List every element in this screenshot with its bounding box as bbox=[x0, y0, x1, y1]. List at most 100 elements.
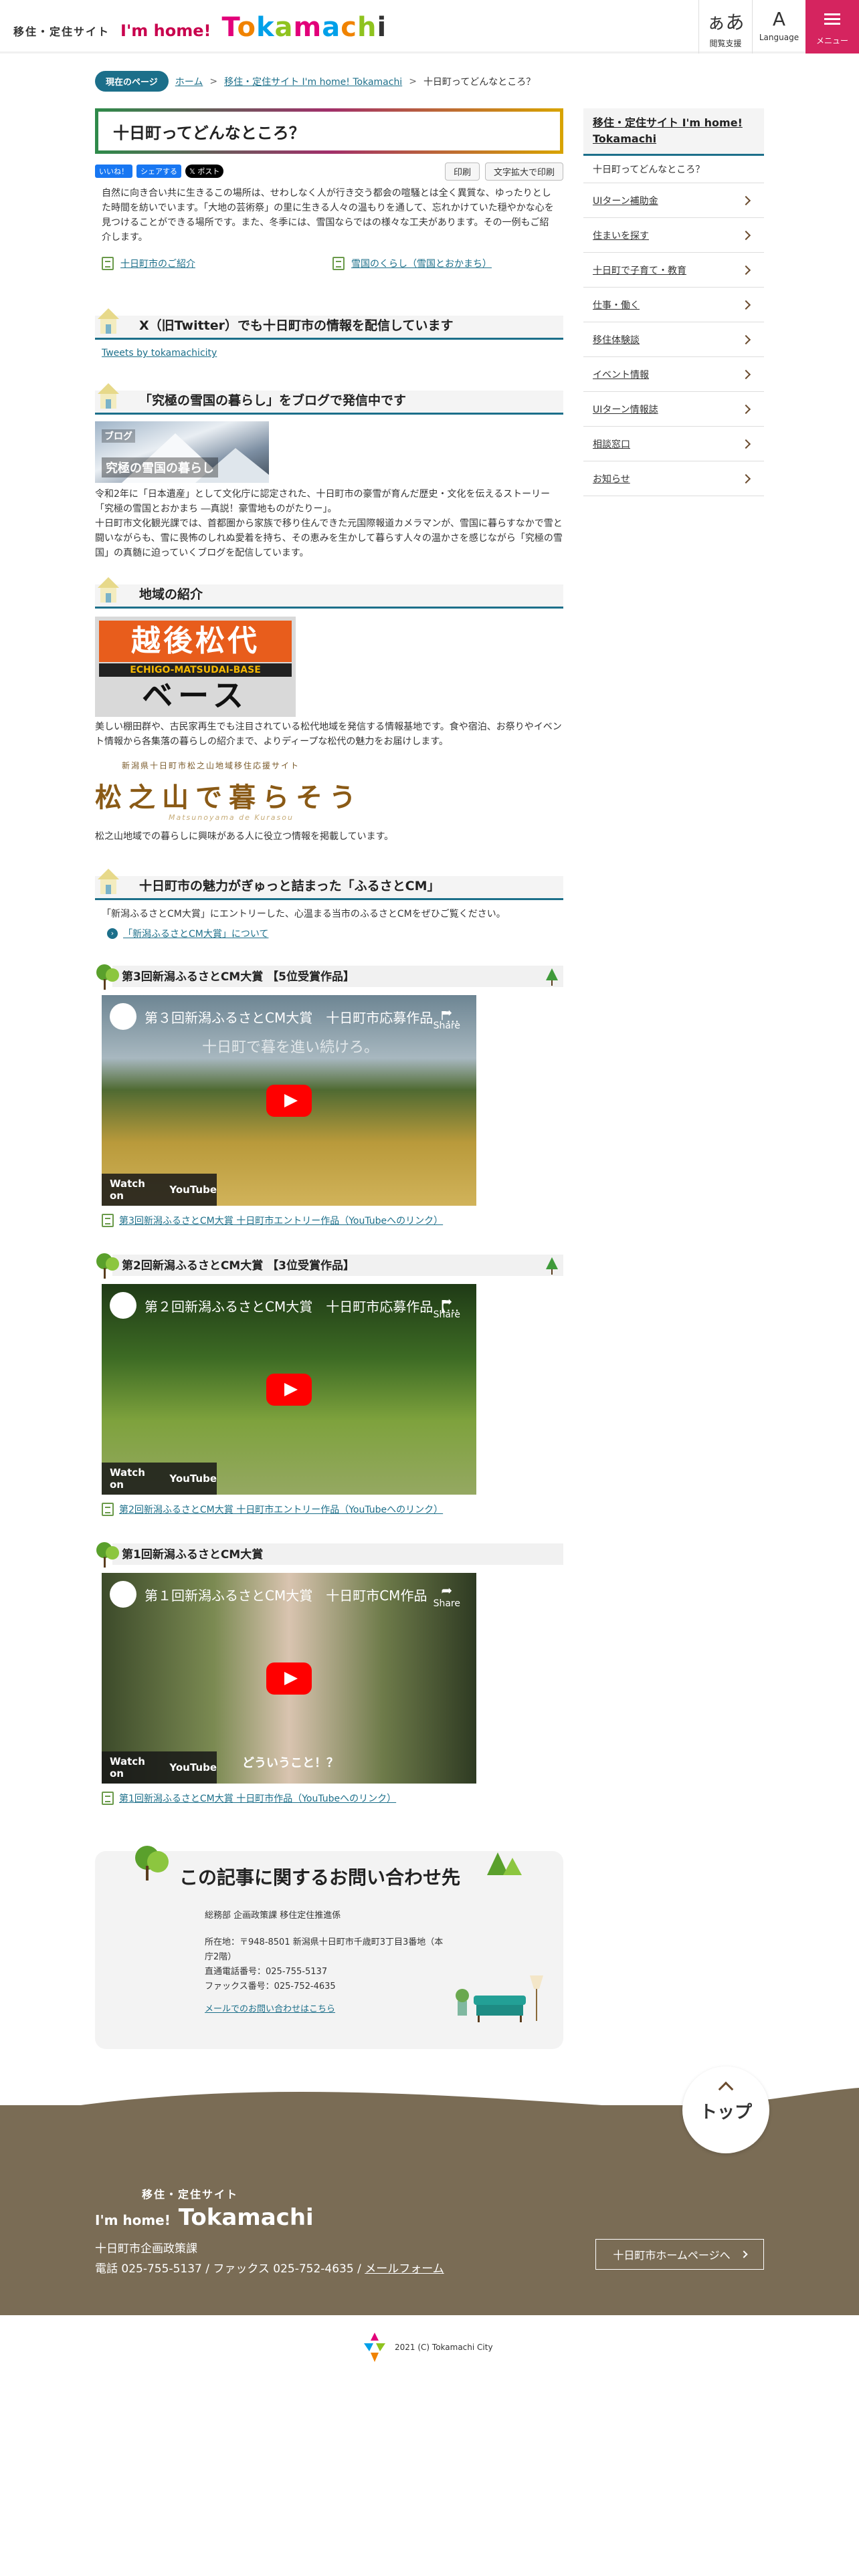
video-share-button[interactable]: ➦ Share bbox=[434, 1582, 460, 1609]
house-icon bbox=[98, 577, 119, 603]
house-icon bbox=[98, 308, 119, 334]
logo-site-small: 移住・定住サイト bbox=[13, 25, 110, 38]
print-button[interactable]: 印刷 bbox=[444, 162, 480, 181]
watch-on-youtube-button[interactable]: Watch on YouTube bbox=[102, 1174, 217, 1206]
small-tree-icon bbox=[546, 1257, 558, 1275]
city-intro-link[interactable]: 十日町市のご紹介 bbox=[120, 257, 195, 270]
cm-entry-heading: 第1回新潟ふるさとCM大賞 bbox=[95, 1539, 563, 1568]
cm-about-link-row: › 「新潟ふるさとCM大賞」について bbox=[107, 927, 563, 940]
document-icon bbox=[332, 257, 345, 270]
sns-bar: いいね！ シェアする 𝕏 ポスト 印刷 文字拡大で印刷 bbox=[95, 162, 563, 181]
sidebar-item-stories[interactable]: 移住体験談 bbox=[583, 322, 764, 357]
matsunoyama-text: 松之山地域での暮らしに興味がある人に役立つ情報を掲載しています。 bbox=[95, 831, 394, 842]
sidebar-item-work[interactable]: 仕事・働く bbox=[583, 288, 764, 322]
cm-entry-heading: 第2回新潟ふるさとCM大賞 【3位受賞作品】 bbox=[95, 1251, 563, 1279]
sidebar-item-label: UIターン補助金 bbox=[593, 195, 658, 207]
sidebar-item-events[interactable]: イベント情報 bbox=[583, 357, 764, 392]
youtube-video-player[interactable]: 第３回新潟ふるさとCM大賞 十日町市応募作品「... ➦ Share 十日町で暮を… bbox=[102, 995, 476, 1206]
blog-heading: 「究極の雪国の暮らし」をブログで発信中です bbox=[139, 393, 407, 408]
tree-icon bbox=[96, 1542, 119, 1568]
city-homepage-button[interactable]: 十日町市ホームページへ bbox=[595, 2239, 764, 2270]
document-icon bbox=[102, 257, 114, 270]
snow-life-link[interactable]: 雪国のくらし（雪国とおかまち） bbox=[351, 257, 492, 270]
play-button-icon[interactable] bbox=[266, 1662, 312, 1695]
language-icon: A bbox=[772, 8, 786, 30]
channel-avatar-icon bbox=[110, 1003, 136, 1030]
reading-support-button[interactable]: ぁあ 閲覧支援 bbox=[698, 0, 752, 53]
blog-text: 令和2年に「日本遺産」として文化庁に認定された、十日町市の豪雪が育んだ歴史・文化… bbox=[95, 489, 563, 558]
contact-address: 所在地：〒948-8501 新潟県十日町市千歳町3丁目3番地（本庁2階） bbox=[205, 1937, 444, 1962]
video-share-button[interactable]: ➦ Share bbox=[434, 1004, 460, 1031]
cm-entry-link[interactable]: 第2回新潟ふるさとCM大賞 十日町市エントリー作品（YouTubeへのリンク） bbox=[119, 1503, 443, 1516]
cm-entry-link[interactable]: 第3回新潟ふるさとCM大賞 十日町市エントリー作品（YouTubeへのリンク） bbox=[119, 1214, 443, 1227]
matsunoyama-banner-sub: Matsunoyama de Kurasou bbox=[169, 813, 294, 822]
footer-org: 十日町市企画政策課 bbox=[95, 2242, 197, 2256]
facebook-like-button[interactable]: いいね！ bbox=[95, 165, 132, 178]
breadcrumb-site-link[interactable]: 移住・定住サイト I'm home! Tokamachi bbox=[224, 75, 402, 88]
menu-button[interactable]: メニュー bbox=[805, 0, 859, 53]
reading-support-label: 閲覧支援 bbox=[709, 39, 742, 48]
video-share-button[interactable]: ➦ Share bbox=[434, 1293, 460, 1320]
sidebar-current-item: 十日町ってどんなところ？ bbox=[583, 156, 764, 183]
cm-entry-3: 第3回新潟ふるさとCM大賞 【5位受賞作品】 第３回新潟ふるさとCM大賞 十日町… bbox=[95, 962, 563, 1227]
watch-on-youtube-button[interactable]: Watch on YouTube bbox=[102, 1463, 217, 1495]
back-to-top-label: トップ bbox=[699, 2103, 752, 2123]
sidebar-item-label: イベント情報 bbox=[593, 369, 649, 381]
twitter-timeline-link[interactable]: Tweets by tokamachicity bbox=[102, 348, 563, 358]
cm-text: 「新潟ふるさとCM大賞」にエントリーした、心温まる当市のふるさとCMをぜひご覧く… bbox=[102, 909, 506, 920]
cm-entry-link-row: 第3回新潟ふるさとCM大賞 十日町市エントリー作品（YouTubeへのリンク） bbox=[102, 1214, 563, 1227]
section-heading: 「究極の雪国の暮らし」をブログで発信中です bbox=[95, 381, 563, 415]
chevron-right-icon bbox=[739, 2250, 748, 2258]
language-button[interactable]: A Language bbox=[752, 0, 805, 53]
video-overlay-text: 十日町で暮を進い続けろ。 bbox=[202, 1039, 379, 1056]
cm-entry-link[interactable]: 第1回新潟ふるさとCM大賞 十日町市作品（YouTubeへのリンク） bbox=[119, 1792, 396, 1805]
share-label: Share bbox=[433, 1021, 460, 1031]
footer-logo-brand: I'm home! Tokamachi bbox=[95, 2204, 314, 2231]
play-button-icon[interactable] bbox=[266, 1374, 312, 1406]
sidebar-item-childcare[interactable]: 十日町で子育て・教育 bbox=[583, 253, 764, 288]
back-to-top-button[interactable]: トップ bbox=[682, 2066, 769, 2153]
page-title: 十日町ってどんなところ？ bbox=[113, 123, 305, 142]
chevron-up-icon bbox=[718, 2081, 734, 2097]
section-heading: 地域の紹介 bbox=[95, 575, 563, 609]
footer-logo[interactable]: 移住・定住サイト I'm home! Tokamachi bbox=[95, 2185, 314, 2231]
cm-about-link[interactable]: 「新潟ふるさとCM大賞」について bbox=[123, 927, 268, 940]
x-post-button[interactable]: 𝕏 ポスト bbox=[185, 165, 224, 178]
x-icon: 𝕏 bbox=[189, 167, 198, 176]
youtube-video-player[interactable]: 第１回新潟ふるさとCM大賞 十日町市CM作品 ➦ Share どういうこと！？ W… bbox=[102, 1573, 476, 1784]
footer-logo-small: 移住・定住サイト bbox=[142, 2188, 239, 2201]
sidebar-title[interactable]: 移住・定住サイト I'm home! Tokamachi bbox=[583, 108, 764, 156]
city-emblem-icon bbox=[364, 2333, 385, 2362]
youtube-video-player[interactable]: 第２回新潟ふるさとCM大賞 十日町市応募作品【... ➦ Share Watch … bbox=[102, 1284, 476, 1495]
share-label: Share bbox=[433, 1598, 460, 1609]
youtube-logo: YouTube bbox=[169, 1184, 217, 1196]
print-large-button[interactable]: 文字拡大で印刷 bbox=[484, 162, 563, 181]
matsudai-base-banner[interactable]: 越後松代 ECHIGO-MATSUDAI-BASE ベース bbox=[95, 617, 296, 717]
play-button-icon[interactable] bbox=[266, 1085, 312, 1117]
blog-banner[interactable]: ブログ 究極の雪国の暮らし bbox=[95, 421, 269, 483]
sidebar-item-label: 相談窓口 bbox=[593, 439, 630, 450]
matsudai-banner-bottom: ベース bbox=[142, 677, 249, 714]
contact-mail-link[interactable]: メールでのお問い合わせはこちら bbox=[205, 2004, 335, 2014]
cm-section: 十日町市の魅力がぎゅっと詰まった「ふるさとCM」 「新潟ふるさとCM大賞」にエン… bbox=[95, 867, 563, 940]
region-section: 地域の紹介 越後松代 ECHIGO-MATSUDAI-BASE ベース 美しい棚… bbox=[95, 575, 563, 844]
sidebar-item-news[interactable]: お知らせ bbox=[583, 461, 764, 496]
share-icon: ➦ bbox=[441, 1582, 453, 1598]
facebook-share-button[interactable]: シェアする bbox=[136, 165, 181, 178]
link-icon bbox=[102, 1214, 114, 1227]
sidebar-item-ui-turn-subsidy[interactable]: UIターン補助金 bbox=[583, 183, 764, 218]
site-logo[interactable]: 移住・定住サイト I'm home! Tokamachi bbox=[13, 12, 387, 43]
matsunoyama-banner[interactable]: 新潟県十日町市松之山地域移住応援サイト 松之山で暮らそう Matsunoyama… bbox=[95, 758, 376, 825]
breadcrumb-home-link[interactable]: ホーム bbox=[175, 75, 203, 88]
sidebar-item-consultation[interactable]: 相談窓口 bbox=[583, 427, 764, 461]
video-title: 第３回新潟ふるさとCM大賞 十日町市応募作品「... bbox=[145, 1009, 460, 1026]
city-homepage-label: 十日町市ホームページへ bbox=[613, 2249, 731, 2262]
watch-on-youtube-button[interactable]: Watch on YouTube bbox=[102, 1751, 217, 1784]
sidebar-title-text: 移住・定住サイト I'm home! Tokamachi bbox=[593, 116, 743, 145]
sidebar-item-magazine[interactable]: UIターン情報誌 bbox=[583, 392, 764, 427]
sidebar-item-housing[interactable]: 住まいを探す bbox=[583, 218, 764, 253]
cm-entry-1: 第1回新潟ふるさとCM大賞 第１回新潟ふるさとCM大賞 十日町市CM作品 ➦ Sh… bbox=[95, 1539, 563, 1805]
footer-mail-form-link[interactable]: メールフォーム bbox=[365, 2262, 444, 2276]
chevron-right-icon bbox=[741, 404, 751, 414]
blog-banner-top: ブログ bbox=[102, 429, 135, 443]
